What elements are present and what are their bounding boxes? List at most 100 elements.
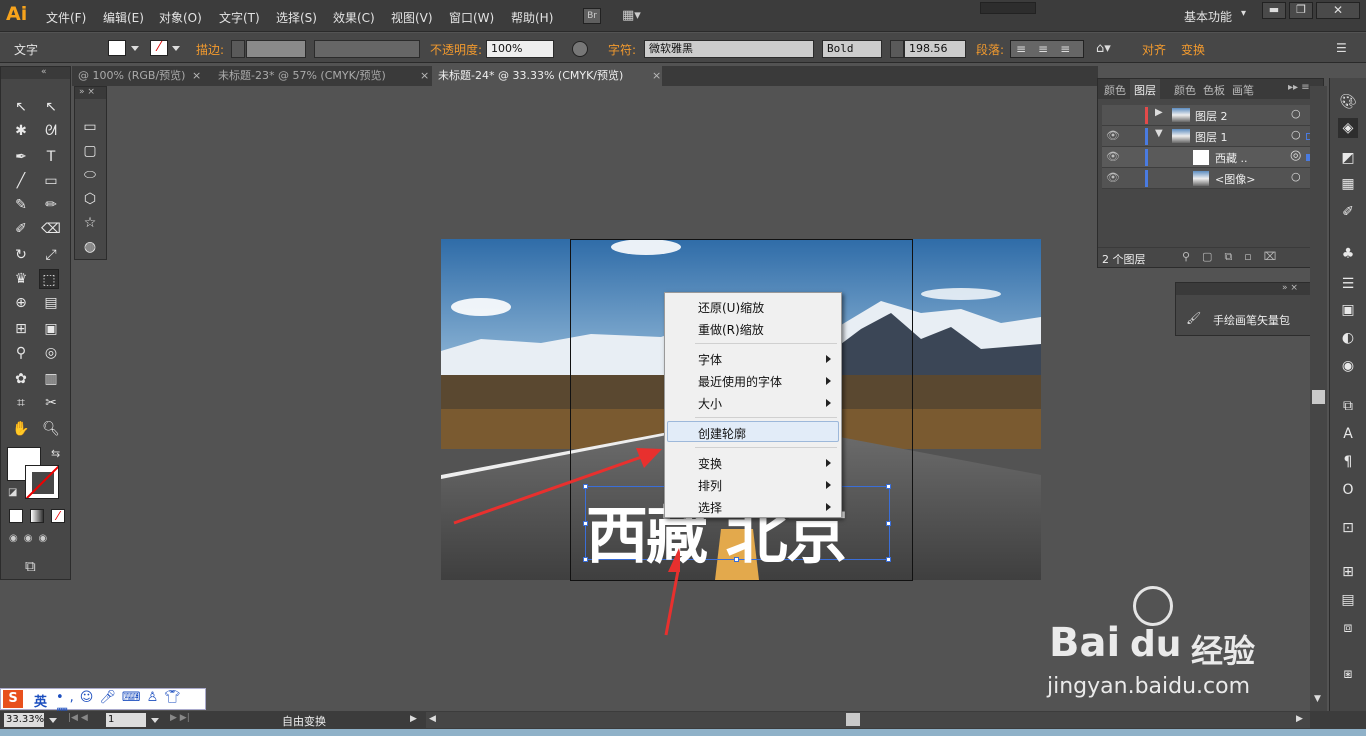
panel-menu-icon[interactable]: ▸▸ ≡ (1288, 82, 1310, 93)
artboard-number-field[interactable]: 1 (106, 713, 146, 727)
stroke-label[interactable]: 描边: (196, 41, 224, 58)
blend-tool-icon[interactable]: ◎ (41, 343, 61, 363)
links-icon[interactable]: ⧈ (1338, 618, 1358, 638)
vertical-scrollbar[interactable]: ▼ (1310, 86, 1327, 711)
menu-redo-zoom[interactable]: 重做(R)缩放 (698, 321, 764, 338)
paragraph-label[interactable]: 段落: (976, 41, 1004, 58)
appearance-icon[interactable]: ◉ (1338, 356, 1358, 376)
width-tool-icon[interactable]: ♛ (11, 269, 31, 289)
opacity-input[interactable]: 100% (486, 40, 554, 58)
ime-mode[interactable]: 英 (34, 691, 47, 710)
font-family-select[interactable]: 微软雅黑 (644, 40, 814, 58)
selection-handle[interactable] (886, 557, 891, 562)
rounded-rectangle-tool-icon[interactable]: ▢ (80, 141, 100, 161)
blob-brush-tool-icon[interactable]: ✐ (11, 219, 31, 239)
layer-row-2[interactable]: ▶ 图层 2 ○ (1102, 105, 1318, 126)
ellipse-tool-icon[interactable]: ⬭ (80, 165, 100, 185)
menu-select-sub[interactable]: 选择 (698, 499, 722, 516)
screen-mode-icon[interactable]: ⧉ (25, 557, 36, 575)
swatches-icon[interactable]: ▦ (1338, 174, 1358, 194)
line-tool-icon[interactable]: ╱ (11, 171, 31, 191)
bridge-button[interactable]: Br (583, 8, 601, 24)
zoom-field[interactable]: 33.33% (4, 713, 44, 727)
align-panel-icon[interactable]: ⊡ (1338, 518, 1358, 538)
eraser-tool-icon[interactable]: ⌫ (41, 219, 61, 239)
panel-menu-icon[interactable]: ☰ (1336, 41, 1347, 55)
target-icon[interactable]: ○ (1291, 107, 1301, 120)
lasso-tool-icon[interactable]: ᘛ (41, 121, 61, 141)
opentype-icon[interactable]: O (1338, 480, 1358, 500)
layer-name[interactable]: <图像> (1215, 171, 1255, 187)
search-field[interactable] (980, 2, 1036, 14)
target-icon[interactable]: ○ (1291, 128, 1301, 141)
align-label[interactable]: 对齐 (1142, 41, 1166, 58)
menu-recent-fonts[interactable]: 最近使用的字体 (698, 373, 782, 390)
eyedropper-tool-icon[interactable]: ⚲ (11, 343, 31, 363)
stroke-weight-input[interactable] (246, 40, 306, 58)
slice-tool-icon[interactable]: ✂ (41, 393, 61, 413)
selection-handle[interactable] (734, 557, 739, 562)
perspective-grid-tool-icon[interactable]: ▤ (41, 293, 61, 313)
layer-name[interactable]: 图层 1 (1195, 129, 1228, 145)
menu-size[interactable]: 大小 (698, 395, 722, 412)
zoom-tool-icon[interactable]: 🔍︎ (41, 419, 61, 439)
status-menu-arrow-icon[interactable]: ▶ (410, 714, 417, 724)
layer-row-text[interactable]: 👁︎ 西藏 .. ◎ (1102, 147, 1318, 168)
pen-tool-icon[interactable]: ✒ (11, 147, 31, 167)
layer-footer-buttons[interactable]: ⚲▢⧉▫⌧ (1182, 250, 1288, 264)
page-nav-first-icon[interactable]: |◀ ◀ (68, 713, 88, 723)
eye-icon[interactable]: 👁︎ (1106, 171, 1120, 184)
font-size-input[interactable]: 198.56 (904, 40, 966, 58)
scroll-right-icon[interactable]: ▶ (1296, 714, 1303, 724)
color-mode-icon[interactable] (9, 509, 23, 523)
type-tool-icon[interactable]: T (41, 147, 61, 167)
tab-swatches[interactable]: 色板 (1203, 82, 1225, 98)
eye-icon[interactable]: 👁︎ (1106, 129, 1120, 142)
opacity-label[interactable]: 不透明度: (430, 41, 482, 58)
transform-label[interactable]: 变换 (1181, 41, 1205, 58)
horizontal-scrollbar[interactable]: ◀ ▶ (426, 712, 1310, 728)
menu-window[interactable]: 窗口(W) (449, 9, 494, 26)
tab-doc-1[interactable]: @ 100% (RGB/预览) (72, 66, 202, 86)
selection-tool-icon[interactable]: ↖ (11, 97, 31, 117)
fill-swatch[interactable] (108, 40, 126, 56)
layer-row-image[interactable]: 👁︎ <图像> ○ (1102, 168, 1318, 189)
menu-view[interactable]: 视图(V) (391, 9, 433, 26)
chevron-down-icon[interactable] (172, 46, 180, 51)
mesh-tool-icon[interactable]: ⊞ (11, 319, 31, 339)
page-nav-next-icon[interactable]: ▶ ▶| (170, 713, 190, 723)
restore-button[interactable]: ❐ (1289, 2, 1313, 19)
chevron-down-icon[interactable] (131, 46, 139, 51)
panel-collapse-icon[interactable]: « (1, 67, 70, 79)
font-style-select[interactable]: Bold (822, 40, 882, 58)
layer-name[interactable]: 图层 2 (1195, 108, 1228, 124)
menu-file[interactable]: 文件(F) (46, 9, 86, 26)
sogou-logo-icon[interactable]: S (3, 690, 23, 708)
menu-select[interactable]: 选择(S) (276, 9, 317, 26)
paintbrush-tool-icon[interactable]: ✎ (11, 195, 31, 215)
tab-color-guide[interactable]: 颜色 (1174, 82, 1196, 98)
align-buttons[interactable]: ≡≡≡ (1010, 40, 1084, 58)
shape-builder-tool-icon[interactable]: ⊕ (11, 293, 31, 313)
gradient-mode-icon[interactable] (30, 509, 44, 523)
menu-create-outlines[interactable]: 创建轮廓 (698, 425, 746, 442)
tab-doc-23[interactable]: 未标题-23* @ 57% (CMYK/预览) (212, 66, 430, 86)
target-selected-icon[interactable]: ◎ (1290, 148, 1301, 163)
paragraph-icon[interactable]: ¶ (1338, 452, 1358, 472)
tab-doc-24[interactable]: 未标题-24* @ 33.33% (CMYK/预览) (432, 66, 662, 86)
magic-wand-tool-icon[interactable]: ✱ (11, 121, 31, 141)
polygon-tool-icon[interactable]: ⬡ (80, 189, 100, 209)
menu-font[interactable]: 字体 (698, 351, 722, 368)
menu-effect[interactable]: 效果(C) (333, 9, 375, 26)
pencil-tool-icon[interactable]: ✏ (41, 195, 61, 215)
scale-tool-icon[interactable]: ⤢ (41, 245, 61, 265)
tab-color[interactable]: 颜色 (1104, 82, 1126, 98)
menu-transform[interactable]: 变换 (698, 455, 722, 472)
gradient-tool-icon[interactable]: ▣ (41, 319, 61, 339)
free-transform-tool-icon[interactable]: ⬚ (39, 269, 59, 289)
scroll-thumb[interactable] (846, 713, 860, 726)
menu-undo-zoom[interactable]: 还原(U)缩放 (698, 299, 764, 316)
envelope-icon[interactable]: ⌂▾ (1096, 41, 1111, 56)
minimize-button[interactable]: ▬ (1262, 2, 1286, 19)
star-tool-icon[interactable]: ☆ (80, 213, 100, 233)
